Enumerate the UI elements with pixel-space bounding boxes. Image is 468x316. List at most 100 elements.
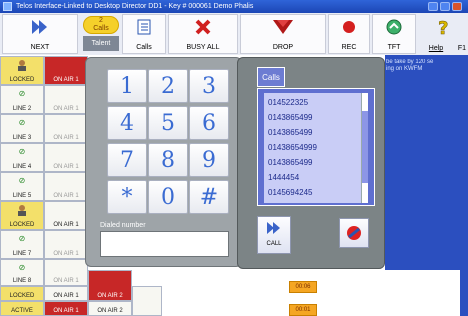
on-air-1-line-7[interactable]: ON AIR 1: [44, 230, 88, 259]
notice-text: be take by 120 se ing on KWFM: [386, 59, 434, 72]
minimize-icon[interactable]: [428, 2, 438, 11]
on-air-1-line-6[interactable]: ON AIR 1: [44, 201, 88, 230]
on-air-1-line-2[interactable]: ON AIR 1: [44, 85, 88, 114]
on-air-1-line-4[interactable]: ON AIR 1: [44, 143, 88, 172]
calls-scrollbar[interactable]: [361, 93, 368, 203]
line-3[interactable]: ⊘ LINE 3: [0, 114, 44, 143]
on-air-1-line-8[interactable]: ON AIR 1: [44, 259, 88, 286]
on-air-1-line-10[interactable]: ON AIR 1: [44, 301, 88, 316]
list-item[interactable]: 014522325: [268, 98, 308, 107]
list-item[interactable]: 0145694245: [268, 188, 313, 197]
key-9[interactable]: 9: [189, 143, 229, 177]
key-2[interactable]: 2: [148, 69, 188, 103]
transfer-icon: [347, 226, 361, 240]
calls-count: 2: [99, 17, 103, 24]
check-icon: ⊘: [18, 118, 26, 127]
busy-all-button[interactable]: BUSY ALL: [168, 14, 238, 54]
line-2[interactable]: ⊘ LINE 2: [0, 85, 44, 114]
calls-button[interactable]: Calls: [122, 14, 166, 54]
toolbar: NEXT 2 Calls Talent Calls BUSY ALL DROP …: [0, 13, 468, 55]
on-air-1-line-9[interactable]: ON AIR 1: [44, 286, 88, 301]
line-8[interactable]: ⊘ LINE 8: [0, 259, 44, 286]
next-icon: [32, 20, 47, 34]
on-air-1-line-5[interactable]: ON AIR 1: [44, 172, 88, 201]
tft-label: TFT: [387, 44, 401, 51]
call-arrow-icon: [267, 222, 280, 234]
info-area: [330, 270, 460, 316]
tft-icon: [386, 19, 402, 35]
calls-tab[interactable]: 2 Calls: [83, 16, 119, 34]
title-bar: Telos Interface-Linked to Desktop Direct…: [0, 0, 468, 13]
busy-x-icon: [195, 19, 211, 35]
calls-button-label: Calls: [136, 44, 152, 51]
calls-list: 014522325 0143865499 0143865499 01438654…: [257, 88, 375, 206]
list-item[interactable]: 1444454: [268, 173, 299, 182]
line-6-locked[interactable]: LOCKED: [0, 201, 44, 230]
call-label: CALL: [266, 241, 282, 247]
line-1-locked[interactable]: LOCKED: [0, 56, 44, 85]
on-air-1-line-3[interactable]: ON AIR 1: [44, 114, 88, 143]
app-icon: [3, 2, 12, 11]
key-5[interactable]: 5: [148, 106, 188, 140]
person-icon: [18, 205, 26, 216]
scrollbar-thumb[interactable]: [362, 111, 368, 183]
key-6[interactable]: 6: [189, 106, 229, 140]
on-air-2-line-10[interactable]: ON AIR 2: [88, 301, 132, 316]
drop-icon: [273, 20, 293, 34]
talent-tab[interactable]: Talent: [83, 36, 119, 51]
empty-slot[interactable]: [132, 286, 162, 316]
check-icon: ⊘: [18, 89, 26, 98]
f1-label: F1: [457, 45, 466, 52]
line-10-active[interactable]: ACTIVE: [0, 301, 44, 316]
next-button[interactable]: NEXT: [2, 14, 78, 54]
on-air-2-line-9[interactable]: ON AIR 2: [88, 270, 132, 301]
maximize-icon[interactable]: [440, 2, 450, 11]
line-9-locked[interactable]: LOCKED: [0, 286, 44, 301]
check-icon: ⊘: [18, 234, 26, 243]
key-4[interactable]: 4: [107, 106, 147, 140]
dialer-panel: 1 2 3 4 5 6 7 8 9 * 0 # Dialed number: [85, 57, 242, 267]
transfer-button[interactable]: [339, 218, 369, 248]
call-button[interactable]: CALL: [257, 216, 291, 254]
calls-panel-tab[interactable]: Calls: [257, 67, 285, 87]
key-hash[interactable]: #: [189, 180, 229, 214]
svg-text:?: ?: [438, 18, 448, 37]
next-label: NEXT: [30, 44, 50, 51]
key-7[interactable]: 7: [107, 143, 147, 177]
rec-label: REC: [341, 44, 357, 51]
on-air-1-active[interactable]: ON AIR 1: [44, 56, 88, 85]
busy-all-label: BUSY ALL: [186, 44, 220, 51]
key-0[interactable]: 0: [148, 180, 188, 214]
help-icon: ?: [438, 18, 449, 37]
check-icon: ⊘: [18, 176, 26, 185]
drop-label: DROP: [272, 44, 294, 51]
key-star[interactable]: *: [107, 180, 147, 214]
line-7[interactable]: ⊘ LINE 7: [0, 230, 44, 259]
timer-1: 00:06: [289, 281, 317, 293]
timer-2: 00:01: [289, 304, 317, 316]
calls-panel: Calls 014522325 0143865499 0143865499 01…: [237, 57, 385, 269]
help-label: Help: [428, 45, 444, 52]
key-3[interactable]: 3: [189, 69, 229, 103]
list-item[interactable]: 0143865499: [268, 128, 313, 137]
key-8[interactable]: 8: [148, 143, 188, 177]
tft-button[interactable]: TFT: [372, 14, 416, 54]
list-item[interactable]: 0143865499: [268, 113, 313, 122]
check-icon: ⊘: [18, 147, 26, 156]
key-1[interactable]: 1: [107, 69, 147, 103]
line-4[interactable]: ⊘ LINE 4: [0, 143, 44, 172]
dialed-number-field[interactable]: [100, 231, 229, 257]
dialed-number-label: Dialed number: [100, 222, 146, 229]
calls-list-inner: 014522325 0143865499 0143865499 01438654…: [264, 93, 368, 203]
line-5[interactable]: ⊘ LINE 5: [0, 172, 44, 201]
close-icon[interactable]: [452, 2, 462, 11]
window-title: Telos Interface-Linked to Desktop Direct…: [16, 3, 254, 10]
list-item[interactable]: 0143865499: [268, 158, 313, 167]
list-item[interactable]: 01438654999: [268, 143, 317, 152]
rec-button[interactable]: REC: [328, 14, 370, 54]
help-button[interactable]: ? Help F1: [418, 14, 468, 54]
record-icon: [343, 21, 355, 33]
calls-talent-toggle: 2 Calls Talent: [80, 14, 120, 54]
drop-button[interactable]: DROP: [240, 14, 326, 54]
check-icon: ⊘: [18, 263, 26, 272]
